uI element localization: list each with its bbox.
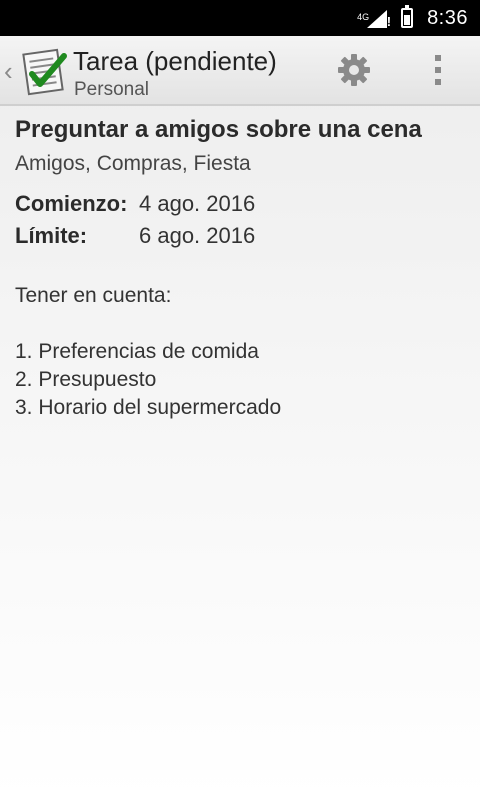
overflow-menu-button[interactable] — [420, 50, 456, 94]
task-checklist-icon[interactable] — [20, 46, 70, 96]
start-date-value: 4 ago. 2016 — [139, 191, 256, 216]
notes-item: 2. Presupuesto — [15, 368, 157, 391]
notes-item: 1. Preferencias de comida — [15, 340, 259, 363]
status-icons: 4G ! 8:36 — [357, 0, 468, 36]
notes-intro: Tener en cuenta: — [15, 284, 172, 307]
cell-signal-icon: 4G ! — [357, 10, 392, 29]
due-date-label: Límite: — [15, 223, 88, 248]
due-date-value: 6 ago. 2016 — [139, 223, 256, 248]
overflow-menu-icon — [433, 53, 443, 92]
settings-button[interactable] — [330, 50, 378, 94]
screen-subtitle: Personal — [74, 79, 149, 100]
notes-item: 3. Horario del supermercado — [15, 396, 282, 419]
start-date-row: Comienzo: 4 ago. 2016 — [15, 188, 470, 220]
task-detail: Preguntar a amigos sobre una cena Amigos… — [15, 112, 470, 422]
task-dates: Comienzo: 4 ago. 2016 Límite: 6 ago. 201… — [15, 188, 470, 252]
task-title: Preguntar a amigos sobre una cena — [15, 116, 422, 143]
start-date-label: Comienzo: — [15, 191, 128, 216]
due-date-row: Límite: 6 ago. 2016 — [15, 220, 470, 252]
screen-title: Tarea (pendiente) — [73, 46, 277, 76]
status-clock: 8:36 — [427, 6, 468, 29]
task-tags: Amigos, Compras, Fiesta — [15, 152, 251, 175]
task-notes: Tener en cuenta: 1. Preferencias de comi… — [15, 282, 470, 422]
settings-gear-icon — [337, 53, 371, 92]
up-chevron-icon[interactable]: ‹ — [4, 58, 13, 84]
action-bar: ‹ Tarea (pendiente) Personal — [0, 36, 480, 106]
battery-charging-icon — [401, 5, 414, 28]
status-bar: 4G ! 8:36 — [0, 0, 480, 36]
